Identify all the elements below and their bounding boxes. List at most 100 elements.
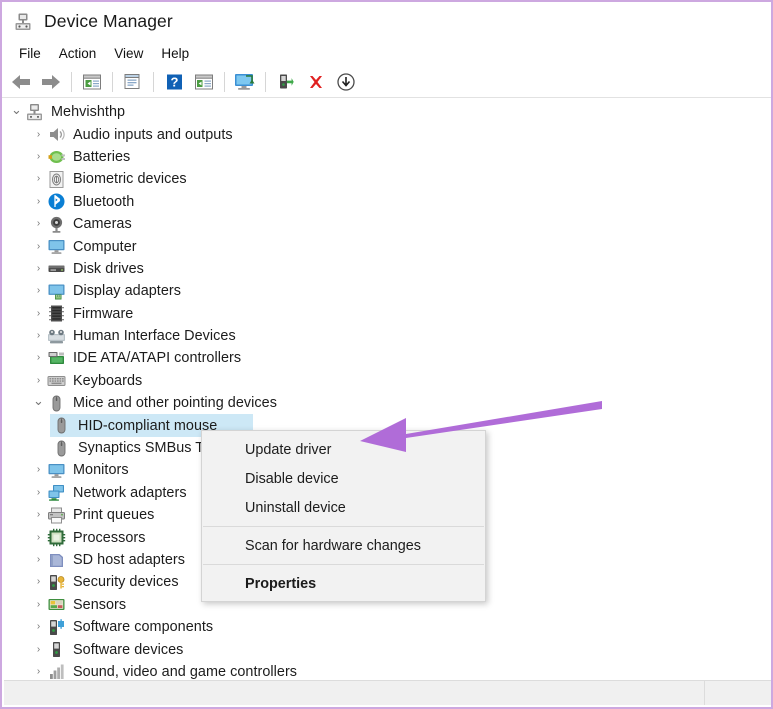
back-arrow-icon[interactable] xyxy=(8,69,34,95)
chevron-right-icon[interactable]: › xyxy=(30,196,47,207)
update-driver-icon[interactable] xyxy=(273,69,299,95)
software-device-icon xyxy=(47,640,66,659)
chevron-right-icon[interactable]: › xyxy=(30,331,47,341)
tree-item-label: Keyboards xyxy=(73,372,143,389)
chevron-down-icon[interactable]: ⌄ xyxy=(30,394,47,407)
ctx-scan-hardware-changes[interactable]: Scan for hardware changes xyxy=(202,531,485,560)
chevron-right-icon[interactable]: › xyxy=(30,599,47,610)
processor-icon xyxy=(47,528,66,547)
tree-item-label: Network adapters xyxy=(73,484,187,501)
camera-icon xyxy=(47,215,66,234)
sd-host-adapter-icon xyxy=(47,551,66,570)
mouse-icon xyxy=(47,394,66,413)
uninstall-device-icon[interactable] xyxy=(303,69,329,95)
tree-item[interactable]: › Display adapters xyxy=(4,280,771,302)
chevron-right-icon[interactable]: › xyxy=(30,577,47,587)
menu-action[interactable]: Action xyxy=(50,44,106,63)
context-menu-separator xyxy=(203,564,484,565)
properties-icon[interactable] xyxy=(120,69,146,95)
chevron-right-icon[interactable]: › xyxy=(30,375,47,386)
scan-hardware-changes-icon[interactable] xyxy=(232,69,258,95)
ctx-update-driver[interactable]: Update driver xyxy=(202,435,485,464)
tree-item[interactable]: ⌄ Mehvishthp xyxy=(4,101,771,123)
ctx-disable-device[interactable]: Disable device xyxy=(202,464,485,493)
toolbar-separator xyxy=(265,71,266,92)
ctx-uninstall-device[interactable]: Uninstall device xyxy=(202,493,485,522)
computer-root-icon xyxy=(25,103,44,122)
tree-item[interactable]: › Computer xyxy=(4,235,771,257)
tree-item[interactable]: › Human Interface Devices xyxy=(4,325,771,347)
chevron-right-icon[interactable]: › xyxy=(30,666,47,677)
tree-item-label: Security devices xyxy=(73,574,179,591)
tree-item-label: Mehvishthp xyxy=(51,104,126,121)
help-icon[interactable]: ? xyxy=(161,69,187,95)
chevron-right-icon[interactable]: › xyxy=(30,532,47,543)
tree-item[interactable]: › IDE ATA/ATAPI controllers xyxy=(4,347,771,369)
chevron-right-icon[interactable]: › xyxy=(30,241,47,252)
monitor-icon xyxy=(47,237,66,256)
tree-item[interactable]: › Biometric devices xyxy=(4,168,771,190)
tree-item[interactable]: › Disk drives xyxy=(4,258,771,280)
chevron-right-icon[interactable]: › xyxy=(30,308,47,319)
menu-help[interactable]: Help xyxy=(152,44,198,63)
monitor-icon xyxy=(47,461,66,480)
show-hide-action-pane-icon[interactable] xyxy=(191,69,217,95)
tree-item-label: Display adapters xyxy=(73,283,181,300)
tree-item-label: Biometric devices xyxy=(73,171,187,188)
firmware-chip-icon xyxy=(47,304,66,323)
chevron-right-icon[interactable]: › xyxy=(30,510,47,520)
context-menu[interactable]: Update driver Disable device Uninstall dev… xyxy=(201,430,486,602)
tree-item[interactable]: › Batteries xyxy=(4,146,771,168)
show-hide-console-tree-icon[interactable] xyxy=(79,69,105,95)
chevron-right-icon[interactable]: › xyxy=(30,555,47,565)
tree-item[interactable]: › Sound, video and game controllers xyxy=(4,661,771,681)
toolbar-separator xyxy=(112,71,113,92)
menu-bar: File Action View Help xyxy=(2,41,771,66)
chevron-right-icon[interactable]: › xyxy=(30,219,47,229)
chevron-right-icon[interactable]: › xyxy=(30,353,47,363)
device-manager-window: Device Manager File Action View Help ? ⌄… xyxy=(0,0,773,709)
status-bar-grip xyxy=(704,681,771,705)
fingerprint-icon xyxy=(47,170,66,189)
chevron-right-icon[interactable]: › xyxy=(30,487,47,498)
disable-device-icon[interactable] xyxy=(333,69,359,95)
chevron-down-icon[interactable]: ⌄ xyxy=(8,103,25,116)
toolbar: ? xyxy=(2,66,771,98)
menu-file[interactable]: File xyxy=(10,44,50,63)
printer-icon xyxy=(47,506,66,525)
chevron-right-icon[interactable]: › xyxy=(30,151,47,162)
tree-item-label: HID-compliant mouse xyxy=(78,417,218,434)
forward-arrow-icon[interactable] xyxy=(38,69,64,95)
tree-item[interactable]: › Keyboards xyxy=(4,370,771,392)
chevron-right-icon[interactable]: › xyxy=(30,286,47,296)
ide-controller-icon xyxy=(47,349,66,368)
window-title: Device Manager xyxy=(44,11,173,31)
chevron-right-icon[interactable]: › xyxy=(30,129,47,140)
tree-item[interactable]: › Bluetooth xyxy=(4,191,771,213)
tree-item[interactable]: › Audio inputs and outputs xyxy=(4,123,771,145)
ctx-properties[interactable]: Properties xyxy=(202,569,485,598)
tree-item-label: Sensors xyxy=(73,596,127,613)
tree-item-label: Sound, video and game controllers xyxy=(73,663,298,680)
tree-item[interactable]: › Firmware xyxy=(4,303,771,325)
display-adapter-icon xyxy=(47,282,66,301)
chevron-right-icon[interactable]: › xyxy=(30,622,47,632)
chevron-right-icon[interactable]: › xyxy=(30,263,47,274)
tree-item[interactable]: ⌄ Mice and other pointing devices xyxy=(4,392,771,414)
tree-item-label: Monitors xyxy=(73,462,129,479)
tree-item-label: Bluetooth xyxy=(73,193,135,210)
toolbar-separator xyxy=(71,71,72,92)
status-bar xyxy=(4,680,771,705)
tree-item[interactable]: › Cameras xyxy=(4,213,771,235)
tree-item[interactable]: › Software devices xyxy=(4,638,771,660)
tree-item-label: Mice and other pointing devices xyxy=(73,395,277,412)
chevron-right-icon[interactable]: › xyxy=(30,174,47,184)
tree-item-label: Human Interface Devices xyxy=(73,328,236,345)
chevron-right-icon[interactable]: › xyxy=(30,644,47,655)
menu-view[interactable]: View xyxy=(105,44,152,63)
tree-item-label: Audio inputs and outputs xyxy=(73,126,233,143)
battery-icon xyxy=(47,147,66,166)
tree-item[interactable]: › Software components xyxy=(4,616,771,638)
speaker-icon xyxy=(47,125,66,144)
chevron-right-icon[interactable]: › xyxy=(30,465,47,475)
